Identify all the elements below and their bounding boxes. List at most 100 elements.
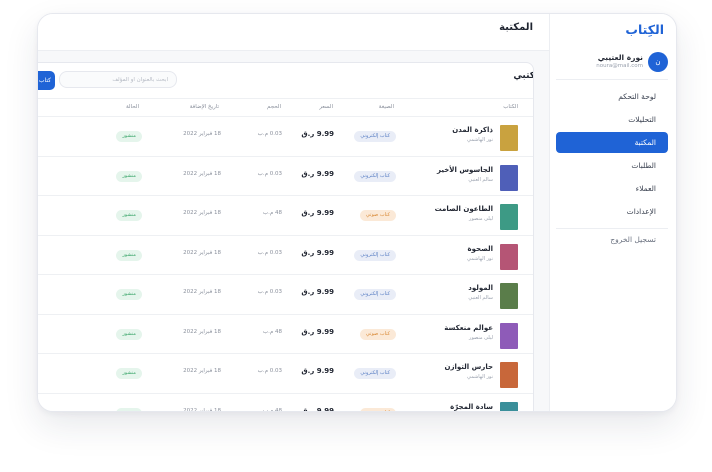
format-badge: كتاب صوتي <box>359 210 396 221</box>
table-row[interactable]: ذاكرة المدن نور الهاشمي كتاب إلكتروني 9.99 … <box>38 116 533 157</box>
date-added: 18 فبراير 2022 <box>183 407 221 412</box>
book-title[interactable]: الصحوة <box>468 245 494 253</box>
format-badge: كتاب صوتي <box>359 407 396 411</box>
status-badge: منشور <box>116 210 142 221</box>
book-price: 9.99 ر.ق <box>301 367 334 375</box>
book-cover <box>500 362 518 388</box>
book-price: 9.99 ر.ق <box>301 248 334 257</box>
book-title[interactable]: سادة المجرّة <box>450 403 493 411</box>
table-header: الكتاب الصيغة السعر الحجم تاريخ الإضافة … <box>38 100 533 116</box>
book-price: 9.99 ر.ق <box>301 130 334 138</box>
book-price: 9.99 ر.ق <box>301 327 334 336</box>
table-row[interactable]: الجاسوس الأخير سالم العنبي كتاب إلكتروني 9.… <box>38 155 533 197</box>
book-cover <box>500 243 518 270</box>
column-size: الحجم <box>267 104 281 110</box>
status-badge: منشور <box>116 249 142 261</box>
sidebar: الكِتاب ن نورة العتيبي noura@mail.com لو… <box>549 14 676 411</box>
file-size: 0.03 م.ب <box>257 131 282 137</box>
column-format: الصيغة <box>378 104 394 110</box>
book-title[interactable]: الطاعون الصامت <box>435 205 493 213</box>
app-logo: الكِتاب <box>625 22 664 37</box>
book-price: 9.99 ر.ق <box>301 169 334 178</box>
status-badge: منشور <box>116 407 142 411</box>
book-title[interactable]: حارس التوازن <box>445 363 493 371</box>
header-divider <box>38 98 533 99</box>
sidebar-item-library[interactable]: المكتبة <box>556 132 668 153</box>
file-size: 0.03 م.ب <box>257 170 282 177</box>
app-window: المكتبة كتبي + كتاب الكتاب الصيغة السعر … <box>37 13 677 412</box>
status-badge: منشور <box>116 328 142 340</box>
file-size: 0.03 م.ب <box>257 289 282 295</box>
date-added: 18 فبراير 2022 <box>183 170 221 177</box>
sidebar-divider-bottom <box>556 228 668 229</box>
table-row[interactable]: حارس التوازن نور الهاشمي كتاب إلكتروني 9.99… <box>38 353 533 394</box>
table-row[interactable]: الصحوة نور الهاشمي كتاب إلكتروني 9.99 ر.ق 0.… <box>38 234 533 276</box>
user-profile[interactable]: ن نورة العتيبي noura@mail.com <box>556 52 668 76</box>
date-added: 18 فبراير 2022 <box>183 249 221 256</box>
format-badge: كتاب إلكتروني <box>354 170 396 182</box>
date-added: 18 فبراير 2022 <box>183 289 221 295</box>
book-price: 9.99 ر.ق <box>301 288 334 296</box>
sidebar-nav: لوحة التحكم التحليلات المكتبة الطلبات العملا… <box>556 86 668 224</box>
date-added: 18 فبراير 2022 <box>183 328 221 335</box>
book-cover <box>500 204 518 230</box>
add-book-button[interactable]: + كتاب <box>38 71 55 90</box>
file-size: 48 م.ب <box>262 328 282 335</box>
library-card: كتبي + كتاب الكتاب الصيغة السعر الحجم تا… <box>38 62 534 412</box>
date-added: 18 فبراير 2022 <box>183 210 221 216</box>
book-author: ليلى منصور <box>469 334 493 341</box>
profile-name: نورة العتيبي <box>597 53 643 62</box>
file-size: 0.03 م.ب <box>257 249 282 256</box>
profile-email: noura@mail.com <box>596 63 643 69</box>
table-row[interactable]: سادة المجرّةسالم العنبيكتاب صوتي9.99 ر.ق… <box>38 392 533 412</box>
book-author: نور الهاشمي <box>467 374 493 380</box>
status-badge: منشور <box>116 170 142 182</box>
book-cover <box>500 401 518 411</box>
book-cover <box>500 322 518 349</box>
status-badge: منشور <box>116 131 142 142</box>
sidebar-item-customers[interactable]: العملاء <box>556 178 668 199</box>
sidebar-item-analytics[interactable]: التحليلات <box>556 109 668 130</box>
main-area: المكتبة كتبي + كتاب الكتاب الصيغة السعر … <box>38 14 549 411</box>
column-status: الحالة <box>125 104 139 110</box>
format-badge: كتاب إلكتروني <box>354 249 396 261</box>
book-title[interactable]: ذاكرة المدن <box>452 126 493 134</box>
book-author: سالم العنبي <box>468 295 493 301</box>
format-badge: كتاب إلكتروني <box>354 289 396 300</box>
file-size: 48 م.ب <box>262 210 282 216</box>
book-author: سالم العنبي <box>468 176 493 183</box>
book-cover <box>500 283 518 309</box>
logout-link[interactable]: تسجيل الخروج <box>610 235 656 244</box>
column-date: تاريخ الإضافة <box>189 104 219 110</box>
search-input[interactable] <box>59 71 177 88</box>
avatar: ن <box>648 52 668 72</box>
table-row[interactable]: عوالم منعكسة ليلى منصور كتاب صوتي 9.99 ر.ق 4… <box>38 313 533 355</box>
book-cover <box>500 125 518 151</box>
file-size: 0.03 م.ب <box>257 368 282 374</box>
status-badge: منشور <box>116 289 142 300</box>
book-author: نور الهاشمي <box>467 137 493 143</box>
sidebar-item-settings[interactable]: الإعدادات <box>556 201 668 222</box>
top-bar: المكتبة <box>38 14 549 51</box>
file-size: 48 م.ب <box>262 407 282 412</box>
library-title: كتبي <box>513 71 534 81</box>
book-author: نور الهاشمي <box>467 255 493 262</box>
table-row[interactable]: الطاعون الصامت ليلى منصور كتاب صوتي 9.99 ر.… <box>38 195 533 236</box>
book-price: 9.99 ر.ق <box>301 209 334 217</box>
book-author: ليلى منصور <box>469 216 493 222</box>
status-badge: منشور <box>116 368 142 379</box>
date-added: 18 فبراير 2022 <box>183 131 221 137</box>
table-row[interactable]: المولود سالم العنبي كتاب إلكتروني 9.99 ر.ق 0… <box>38 274 533 315</box>
page-title: المكتبة <box>499 22 533 33</box>
book-title[interactable]: عوالم منعكسة <box>444 324 493 332</box>
book-cover <box>500 164 518 191</box>
column-book: الكتاب <box>503 104 518 110</box>
sidebar-item-dashboard[interactable]: لوحة التحكم <box>556 86 668 107</box>
book-title[interactable]: المولود <box>468 284 493 292</box>
sidebar-item-orders[interactable]: الطلبات <box>556 155 668 176</box>
book-title[interactable]: الجاسوس الأخير <box>437 166 493 174</box>
format-badge: كتاب إلكتروني <box>354 368 396 379</box>
format-badge: كتاب صوتي <box>359 328 396 340</box>
date-added: 18 فبراير 2022 <box>183 368 221 374</box>
sidebar-divider <box>556 79 668 80</box>
